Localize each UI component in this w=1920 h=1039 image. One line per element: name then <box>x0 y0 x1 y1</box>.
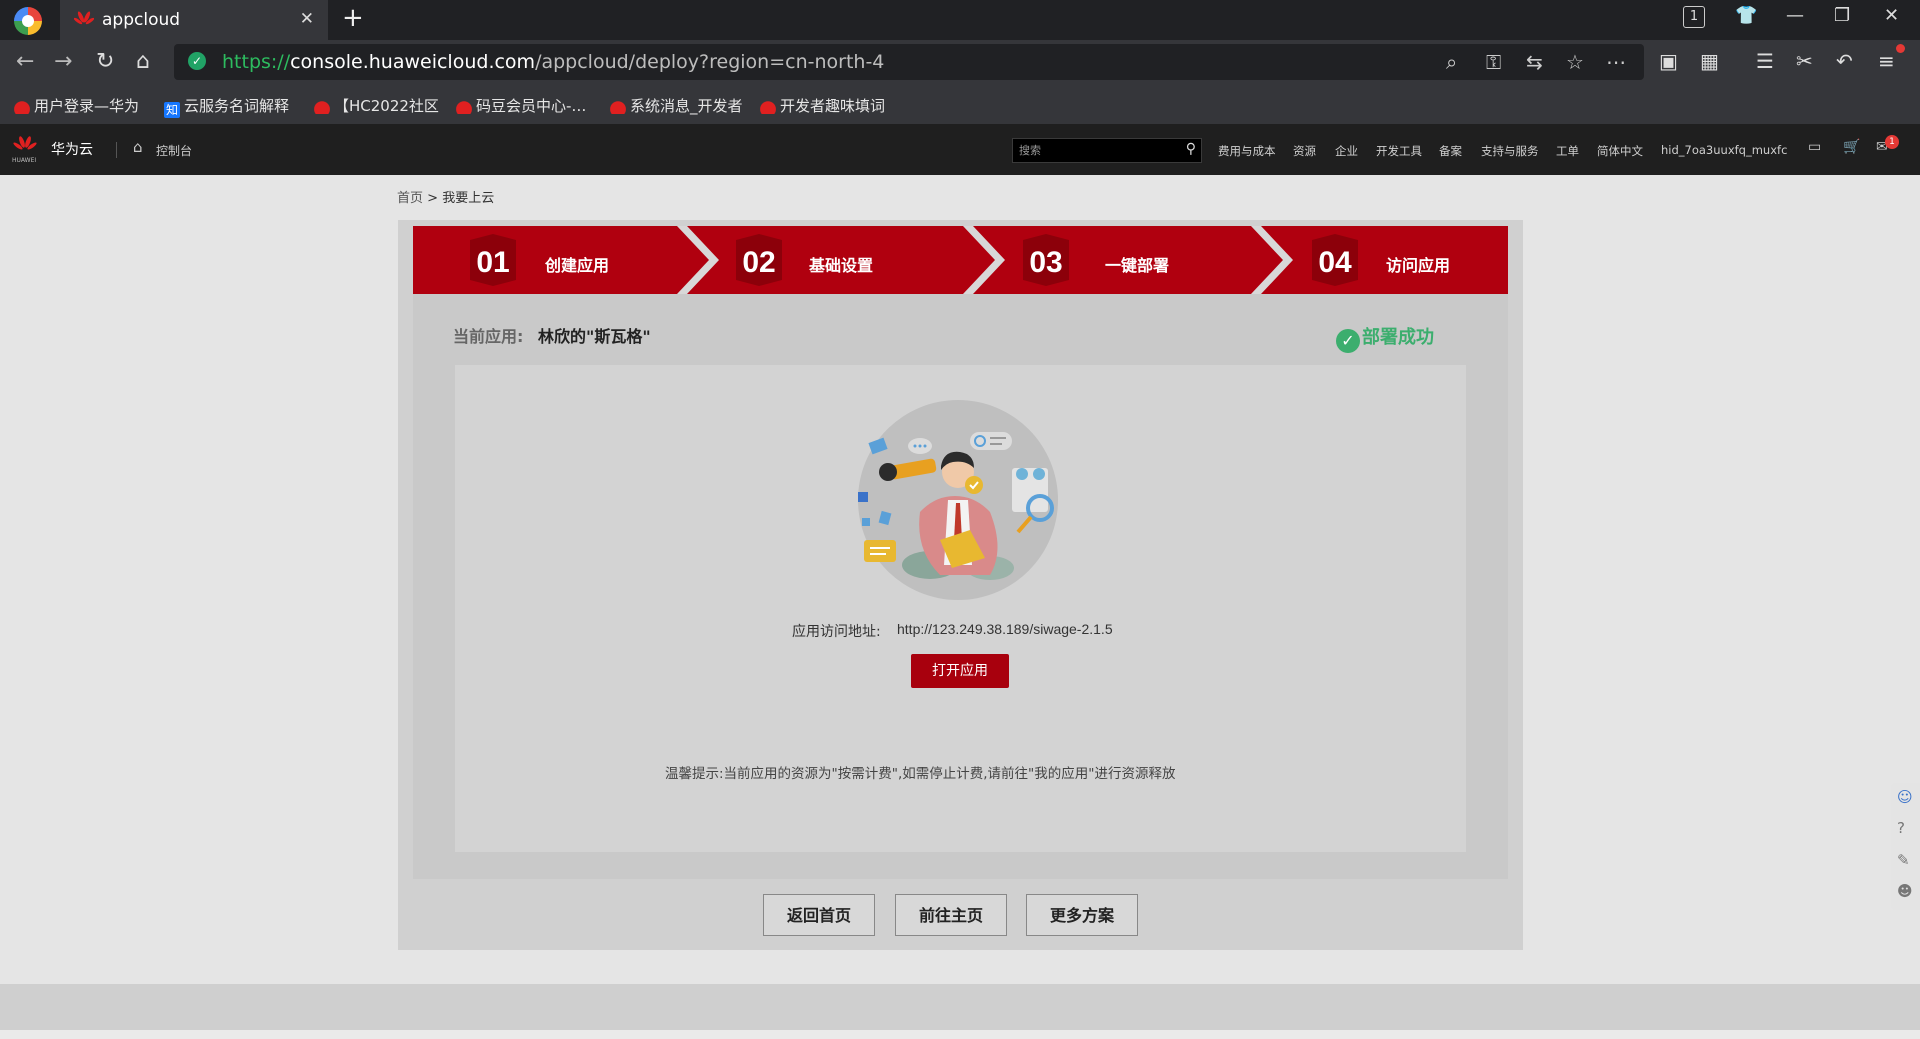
step-4-number: 04 <box>1318 246 1352 279</box>
current-app-name: 林欣的"斯瓦格" <box>538 327 651 346</box>
extension-icon[interactable]: ▣ <box>1659 49 1678 73</box>
tab-title: appcloud <box>102 10 181 30</box>
more-plans-button[interactable]: 更多方案 <box>1026 894 1138 936</box>
bookmarks-bar: 用户登录—华为 知云服务名词解释 【HC2022社区 码豆会员中心-… 系统消息… <box>0 84 1920 124</box>
notification-dot-icon <box>1896 44 1905 53</box>
huawei-logo-icon[interactable] <box>12 136 38 152</box>
new-tab-icon[interactable]: + <box>342 3 364 33</box>
message-count-badge: 1 <box>1885 135 1899 149</box>
bottom-bar <box>0 1030 1920 1039</box>
address-bar[interactable]: ✓ https://console.huaweicloud.com/appclo… <box>174 44 1644 80</box>
step-progress: 01 创建应用 02 基础设置 03 一键部署 04 访问应用 <box>413 226 1508 294</box>
more-icon[interactable]: ⋯ <box>1606 50 1626 74</box>
secure-shield-icon: ✓ <box>188 52 206 70</box>
huawei-logo-text: HUAWEI <box>12 157 37 164</box>
go-main-button[interactable]: 前往主页 <box>895 894 1007 936</box>
nav-fees[interactable]: 费用与成本 <box>1218 143 1276 159</box>
nav-resources[interactable]: 资源 <box>1293 143 1316 159</box>
app-access-url[interactable]: http://123.249.38.189/siwage-2.1.5 <box>897 621 1113 637</box>
site-header: HUAWEI 华为云 ⌂ 控制台 ⚲ 费用与成本 资源 企业 开发工具 备案 支… <box>0 124 1920 175</box>
forward-icon[interactable]: → <box>54 49 72 74</box>
browser-tab[interactable]: appcloud ✕ <box>60 0 328 40</box>
breadcrumb-separator: > <box>427 191 439 206</box>
help-icon[interactable]: ? <box>1897 819 1905 837</box>
nav-ticket[interactable]: 工单 <box>1556 143 1579 159</box>
huawei-bookmark-icon <box>760 98 776 114</box>
back-home-button[interactable]: 返回首页 <box>763 894 875 936</box>
browser-logo-icon[interactable] <box>14 7 42 35</box>
cart-icon[interactable]: 🛒 <box>1843 139 1860 155</box>
nav-support[interactable]: 支持与服务 <box>1481 143 1539 159</box>
nav-language[interactable]: 简体中文 <box>1597 143 1643 159</box>
brand-name[interactable]: 华为云 <box>51 139 93 159</box>
step-1-number: 01 <box>476 246 510 279</box>
menu-icon[interactable]: ≡ <box>1878 49 1895 73</box>
console-home-icon[interactable]: ⌂ <box>133 138 143 156</box>
close-window-icon[interactable]: ✕ <box>1884 5 1899 26</box>
bookmark-item[interactable]: 码豆会员中心-… <box>456 95 586 116</box>
huawei-bookmark-icon <box>610 98 626 114</box>
page-footer <box>0 984 1920 1030</box>
scissors-icon[interactable]: ✂ <box>1796 49 1813 73</box>
breadcrumb: 首页 > 我要上云 <box>397 187 494 206</box>
zoom-icon[interactable]: ⌕ <box>1446 50 1457 74</box>
tab-close-icon[interactable]: ✕ <box>300 9 314 29</box>
tab-count-icon[interactable]: 1 <box>1683 6 1705 28</box>
nav-enterprise[interactable]: 企业 <box>1335 143 1358 159</box>
step-1-label: 创建应用 <box>545 256 610 275</box>
breadcrumb-current: 我要上云 <box>442 191 495 206</box>
step-2-number: 02 <box>742 246 776 279</box>
undo-icon[interactable]: ↶ <box>1836 49 1853 73</box>
bookmark-item[interactable]: 系统消息_开发者 <box>610 95 743 116</box>
browser-titlebar: appcloud ✕ + 1 👕 — ❐ ✕ <box>0 0 1920 40</box>
apps-grid-icon[interactable]: ▦ <box>1700 49 1719 73</box>
star-icon[interactable]: ☆ <box>1566 50 1584 74</box>
home-page-icon[interactable]: ⌂ <box>136 49 150 74</box>
bookmark-item[interactable]: 用户登录—华为 <box>14 95 139 116</box>
browser-toolbar: ← → ↻ ⌂ ✓ https://console.huaweicloud.co… <box>0 40 1920 84</box>
search-input[interactable] <box>1019 142 1169 158</box>
nav-filing[interactable]: 备案 <box>1439 143 1462 159</box>
huawei-bookmark-icon <box>14 98 30 114</box>
address-label: 应用访问地址: <box>792 624 881 640</box>
reload-icon[interactable]: ↻ <box>96 49 114 74</box>
bookmark-item[interactable]: 开发者趣味填词 <box>760 95 885 116</box>
header-search: ⚲ <box>1012 138 1202 163</box>
search-icon[interactable]: ⚲ <box>1186 141 1196 157</box>
billing-tip: 温馨提示:当前应用的资源为"按需计费",如需停止计费,请前往"我的应用"进行资源… <box>665 766 1176 782</box>
restore-icon[interactable]: ❐ <box>1834 5 1850 26</box>
step-4-label: 访问应用 <box>1386 256 1451 275</box>
header-divider <box>116 142 117 158</box>
feedback-icon[interactable]: ✎ <box>1897 851 1910 869</box>
customer-service-icon[interactable]: ☺ <box>1897 788 1913 806</box>
minimize-icon[interactable]: — <box>1786 5 1804 26</box>
bookmark-item[interactable]: 【HC2022社区 <box>314 95 439 116</box>
nav-dev-tools[interactable]: 开发工具 <box>1376 143 1422 159</box>
favorites-list-icon[interactable]: ☰ <box>1756 49 1774 73</box>
shirt-skin-icon[interactable]: 👕 <box>1735 5 1757 26</box>
bookmark-item[interactable]: 知云服务名词解释 <box>164 95 289 118</box>
huawei-bookmark-icon <box>314 98 330 114</box>
key-icon[interactable]: ⚿ <box>1486 50 1501 74</box>
step-2-label: 基础设置 <box>809 256 874 275</box>
floating-toolbar: ☺ ? ✎ ☻ <box>1891 783 1920 910</box>
step-3-number: 03 <box>1029 246 1063 279</box>
step-3-label: 一键部署 <box>1105 256 1170 275</box>
current-app-label: 当前应用: <box>453 327 524 346</box>
terminal-icon[interactable]: ▭ <box>1808 139 1821 155</box>
url-text[interactable]: https://console.huaweicloud.com/appcloud… <box>222 51 884 73</box>
zhihu-bookmark-icon: 知 <box>164 102 180 118</box>
deploy-status: ✓ 部署成功 <box>1336 323 1434 353</box>
console-link[interactable]: 控制台 <box>156 142 192 159</box>
huawei-favicon-icon <box>73 11 95 32</box>
breadcrumb-home[interactable]: 首页 <box>397 191 423 206</box>
huawei-bookmark-icon <box>456 98 472 114</box>
success-illustration <box>858 400 1058 600</box>
translate-icon[interactable]: ⇆ <box>1526 50 1543 74</box>
survey-icon[interactable]: ☻ <box>1897 882 1913 900</box>
open-app-button[interactable]: 打开应用 <box>911 654 1009 688</box>
back-icon[interactable]: ← <box>16 49 34 74</box>
success-check-icon: ✓ <box>1336 329 1360 353</box>
nav-user-account[interactable]: hid_7oa3uuxfq_muxfc <box>1661 143 1787 157</box>
